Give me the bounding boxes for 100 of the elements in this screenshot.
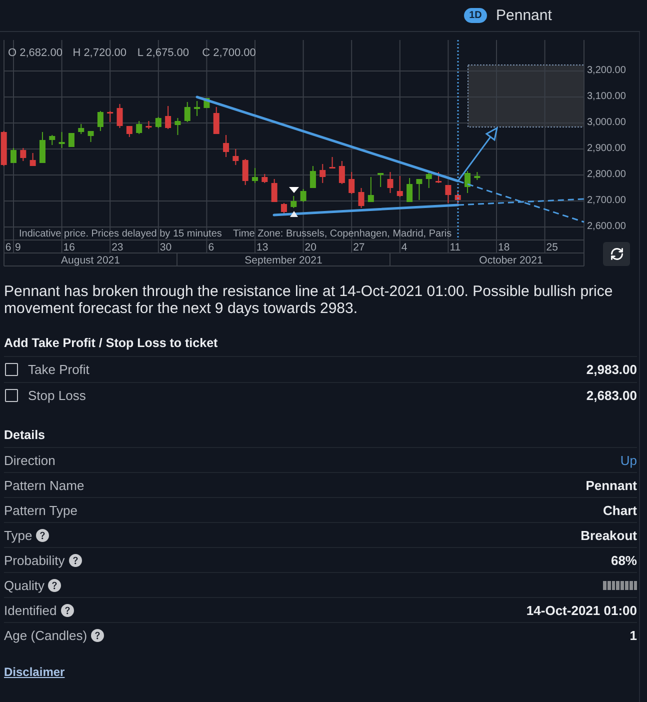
pattern-summary: Pennant has broken through the resistance line at 14-Oct-2021 01:00. Possible bullish price movement forecast for the next 9 days towards 2983. (4, 282, 614, 316)
bearish-candle (358, 188, 364, 208)
help-icon[interactable] (48, 578, 62, 592)
ohlc-value: L 2,675.00 (137, 47, 189, 59)
bullish-candle (252, 168, 258, 184)
bearish-candle (107, 110, 114, 122)
price-label: 2,900.00 (586, 142, 627, 156)
detail-value: Pennant (586, 478, 637, 492)
date-label: 25 (546, 242, 558, 254)
forecast-arrow (457, 126, 498, 182)
bearish-candle (223, 134, 230, 158)
bearish-candle (396, 176, 403, 198)
bullish-candle (39, 132, 46, 164)
detail-value: Chart (603, 502, 637, 518)
bearish-candle (146, 120, 152, 130)
bearish-candle (213, 106, 220, 134)
date-label: 18 (498, 242, 510, 254)
detail-label: Type (4, 528, 32, 542)
bearish-candle (271, 178, 278, 202)
chart-notice: Time Zone: Brussels, Copenhagen, Madrid, Paris (233, 228, 452, 240)
detail-label: Pattern Name (4, 478, 84, 492)
detail-label: Pattern Type (4, 502, 78, 518)
price-label: 3,200.00 (586, 64, 627, 78)
detail-value: Up (620, 452, 637, 468)
bullish-candle (368, 176, 374, 202)
date-label: 16 (63, 242, 75, 254)
date-label: 9 (15, 242, 21, 254)
detail-value: 1 (630, 628, 637, 642)
bearish-candle (20, 148, 26, 162)
price-label: 2,800.00 (586, 168, 627, 182)
bearish-candle (0, 130, 7, 166)
bullish-candle (426, 172, 432, 188)
bullish-candle (290, 196, 297, 208)
bullish-candle (97, 110, 104, 132)
price-label: 2,600.00 (586, 220, 627, 234)
section-title: Add Take Profit / Stop Loss to ticket (4, 334, 219, 352)
bearish-candle (126, 126, 132, 138)
bearish-candle (387, 172, 394, 194)
bullish-candle (155, 116, 162, 128)
date-label: 6 (208, 242, 214, 254)
date-label: 23 (112, 242, 124, 254)
month-label: September 2021 (244, 254, 322, 266)
bullish-candle (88, 130, 94, 142)
detail-value: 14-Oct-2021 01:00 (526, 602, 637, 618)
bearish-candle (232, 148, 239, 166)
bullish-candle (136, 120, 142, 134)
bullish-candle (194, 100, 200, 116)
option-label: Stop Loss (28, 388, 86, 402)
bullish-candle (68, 132, 74, 148)
chart-notice: Indicative price. Prices delayed by 15 minutes (19, 228, 222, 240)
bearish-candle (242, 158, 248, 186)
price-label: 2,700.00 (586, 194, 627, 208)
bullish-candle (310, 166, 316, 188)
detail-label: Identified (4, 602, 57, 618)
date-label: 13 (256, 242, 268, 254)
checkbox[interactable] (5, 388, 18, 402)
down-triangle-icon (289, 187, 299, 193)
help-icon[interactable] (68, 554, 82, 566)
detail-label: Age (Candles) (4, 628, 88, 642)
detail-label: Direction (4, 452, 56, 468)
bearish-candle (280, 202, 287, 214)
bullish-candle (474, 172, 480, 180)
bearish-candle (338, 160, 345, 184)
month-label: August 2021 (61, 254, 120, 266)
price-label: 3,100.00 (586, 90, 627, 104)
checkbox[interactable] (5, 362, 18, 376)
bearish-candle (329, 156, 336, 168)
ohlc-value: C 2,700.00 (202, 47, 256, 59)
detail-value: 68% (610, 552, 637, 568)
bullish-candle (58, 132, 65, 148)
detail-value: Breakout (580, 528, 637, 542)
help-icon[interactable] (91, 628, 104, 642)
bullish-candle (464, 170, 471, 194)
date-label: 4 (401, 242, 408, 254)
ohlc-value: H 2,720.00 (72, 47, 127, 59)
bearish-candle (436, 172, 442, 184)
bullish-candle (184, 102, 190, 122)
help-icon[interactable] (36, 528, 50, 542)
bullish-candle (416, 178, 422, 200)
bearish-candle (165, 106, 172, 130)
bearish-candle (445, 184, 452, 204)
price-label: 3,000.00 (586, 116, 627, 130)
refresh-button[interactable] (603, 242, 630, 266)
option-value: 2,683.00 (586, 388, 637, 402)
detail-label: Probability (4, 552, 65, 568)
date-label: 30 (160, 242, 172, 254)
bullish-candle (300, 188, 306, 202)
bearish-candle (348, 172, 355, 194)
section-title: Details (4, 426, 46, 444)
help-icon[interactable] (60, 604, 74, 616)
bullish-candle (378, 172, 384, 188)
option-label: Take Profit (28, 362, 90, 376)
up-triangle-icon (290, 211, 298, 217)
bullish-candle (10, 148, 16, 164)
date-label: 6 (5, 242, 12, 254)
bullish-candle (49, 134, 56, 146)
disclaimer-link[interactable]: Disclaimer (4, 664, 65, 680)
date-label: 27 (353, 242, 365, 254)
date-label: 20 (304, 242, 316, 254)
quality-meter (602, 580, 637, 590)
